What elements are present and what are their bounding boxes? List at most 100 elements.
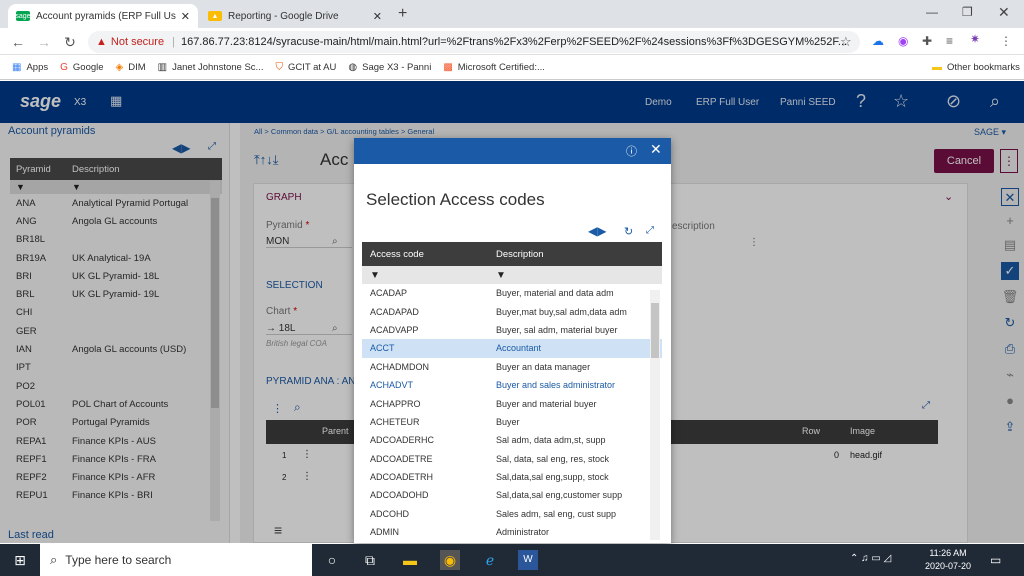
bookmark-google[interactable]: G Google: [60, 62, 103, 73]
access-code: ACHADVT: [370, 380, 414, 391]
filter-icon[interactable]: ▼: [362, 270, 488, 281]
close-icon[interactable]: ✕: [650, 141, 662, 158]
bookmark-janet[interactable]: ▥ Janet Johnstone Sc...: [158, 62, 264, 73]
access-code: ADCOADETRE: [370, 453, 433, 464]
access-code: ADCOADOHD: [370, 490, 429, 501]
scrollbar-thumb[interactable]: [651, 303, 659, 358]
close-icon[interactable]: ✕: [181, 10, 190, 23]
access-code-grid: Access code Description ▼ ▼ ACADAP Buyer,…: [362, 242, 662, 543]
filter-icon[interactable]: ▼: [488, 270, 648, 281]
column-header[interactable]: Description: [488, 249, 648, 260]
table-row[interactable]: ACHETEUR Buyer: [362, 413, 662, 431]
table-row[interactable]: ACADVAPP Buyer, sal adm, material buyer: [362, 321, 662, 339]
bookmark-dim[interactable]: ◈ DIM: [116, 62, 146, 73]
bookmark-label: DIM: [128, 61, 146, 73]
table-row[interactable]: ADCOADETRH Sal,data,sal eng,supp, stock: [362, 468, 662, 486]
bookmark-label: Janet Johnstone Sc...: [172, 61, 264, 73]
maximize-icon[interactable]: ❐: [962, 5, 973, 19]
word-icon[interactable]: W: [518, 550, 538, 570]
table-row[interactable]: ACADAPAD Buyer,mat buy,sal adm,data adm: [362, 302, 662, 320]
minimize-icon[interactable]: —: [926, 5, 938, 19]
edge-icon[interactable]: ℯ: [480, 550, 500, 570]
notification-icon[interactable]: ▭: [990, 553, 1001, 567]
search-placeholder: Type here to search: [65, 553, 172, 567]
access-code: ACCT: [370, 343, 395, 354]
apps-icon: ▦: [12, 61, 22, 73]
table-row[interactable]: ACCT Accountant: [362, 339, 662, 358]
table-row[interactable]: ACHADVT Buyer and sales administrator: [362, 376, 662, 394]
window-close-icon[interactable]: ✕: [998, 4, 1010, 21]
expand-icon[interactable]: ⤢: [646, 225, 654, 236]
bank-icon: ▥: [157, 61, 168, 73]
table-row[interactable]: ADCOADOHD Sal,data,sal eng,customer supp: [362, 486, 662, 504]
access-description: Buyer and material buyer: [496, 398, 597, 409]
access-description: Sales adm, sal eng, cust supp: [496, 508, 617, 519]
table-row[interactable]: ACADAP Buyer, material and data adm: [362, 284, 662, 302]
bookmark-gcit[interactable]: ⛉ GCIT at AU: [275, 62, 336, 73]
access-code: ACADAPAD: [370, 306, 419, 317]
access-code: ADCOHD: [370, 508, 410, 519]
forward-icon[interactable]: →: [36, 34, 52, 50]
tab-account-pyramids[interactable]: sage Account pyramids (ERP Full User ✕: [8, 4, 198, 28]
back-icon[interactable]: ←: [10, 34, 26, 50]
taskbar-search[interactable]: ⌕ Type here to search: [40, 544, 312, 576]
table-row[interactable]: ACHAPPRO Buyer and material buyer: [362, 394, 662, 412]
bookmark-sage[interactable]: ◍ Sage X3 - Panni: [348, 62, 431, 73]
access-description: Sal,data,sal eng,customer supp: [496, 490, 623, 501]
access-description: Administrator: [496, 527, 550, 538]
search-icon: ⌕: [50, 552, 58, 567]
access-code: ADCOADERHC: [370, 435, 435, 446]
column-header[interactable]: Access code: [362, 249, 488, 260]
taskbar: ⊞ ⌕ Type here to search ○ ⧉ ▬ ◉ ℯ W ⌃ ♫ …: [0, 544, 1024, 576]
access-description: Buyer an data manager: [496, 361, 591, 372]
table-row[interactable]: ADCOADERHC Sal adm, data adm,st, supp: [362, 431, 662, 449]
access-code: ACADAP: [370, 288, 408, 299]
table-row[interactable]: ADCOADETRE Sal, data, sal eng, res, stock: [362, 450, 662, 468]
tab-reporting[interactable]: ▲ Reporting - Google Drive ✕: [200, 4, 390, 28]
file-explorer-icon[interactable]: ▬: [400, 550, 420, 570]
access-code: ACHADMDON: [370, 361, 430, 372]
globe-icon: ◍: [348, 61, 358, 73]
reload-icon[interactable]: ↻: [62, 34, 78, 50]
star-icon[interactable]: ☆: [840, 34, 852, 50]
nav-arrows-icon[interactable]: ◀▶: [588, 224, 606, 238]
new-tab-icon[interactable]: +: [398, 5, 407, 23]
menu-icon[interactable]: ⋮: [1000, 34, 1012, 48]
bookmark-apps[interactable]: ▦ Apps: [12, 62, 48, 73]
task-view-icon[interactable]: ⧉: [360, 550, 380, 570]
other-bookmarks[interactable]: ▬ Other bookmarks: [932, 62, 1020, 73]
access-code: ACHETEUR: [370, 416, 420, 427]
puzzle-icon[interactable]: ✚: [922, 34, 932, 48]
separator: |: [172, 36, 175, 48]
drive-favicon-icon: ▲: [208, 11, 222, 21]
table-row[interactable]: ACHADMDON Buyer an data manager: [362, 358, 662, 376]
chrome-icon[interactable]: ◉: [440, 550, 460, 570]
folder-icon: ▬: [932, 61, 942, 73]
table-row[interactable]: ADCOHD Sales adm, sal eng, cust supp: [362, 505, 662, 523]
windows-start-icon[interactable]: ⊞: [10, 550, 30, 570]
access-description: Sal,data,sal eng,supp, stock: [496, 472, 609, 483]
access-description: Buyer and sales administrator: [496, 380, 616, 391]
profile-icon[interactable]: ✷: [970, 32, 980, 46]
close-icon[interactable]: ✕: [373, 10, 382, 23]
access-description: Buyer, material and data adm: [496, 288, 614, 299]
bookmark-label: Sage X3 - Panni: [362, 61, 432, 73]
sage-favicon-icon: sage: [15, 11, 31, 21]
url-field[interactable]: ▲ Not secure | 167.86.77.23:8124/syracus…: [88, 31, 860, 53]
access-description: Sal, data, sal eng, res, stock: [496, 453, 610, 464]
help-icon[interactable]: ⓘ: [626, 143, 637, 159]
warning-icon: ▲: [96, 36, 107, 48]
tray-icons[interactable]: ⌃ ♫ ▭ ◿: [850, 553, 891, 564]
bookmark-microsoft[interactable]: ▩ Microsoft Certified:...: [443, 62, 545, 73]
refresh-icon[interactable]: ↻: [624, 225, 633, 238]
extension-icon[interactable]: ☁: [872, 34, 884, 48]
extension-icon[interactable]: ◉: [898, 34, 908, 48]
reading-list-icon[interactable]: ≡: [946, 34, 953, 48]
browser-tab-bar: sage Account pyramids (ERP Full User ✕ ▲…: [0, 0, 1024, 28]
table-row[interactable]: ADMIN Administrator: [362, 523, 662, 541]
cortana-icon[interactable]: ○: [322, 550, 342, 570]
access-description: Buyer,mat buy,sal adm,data adm: [496, 306, 627, 317]
filter-row: ▼ ▼: [362, 266, 662, 284]
bookmark-label: GCIT at AU: [287, 61, 337, 73]
clock[interactable]: 11:26 AM 2020-07-20: [918, 547, 978, 573]
